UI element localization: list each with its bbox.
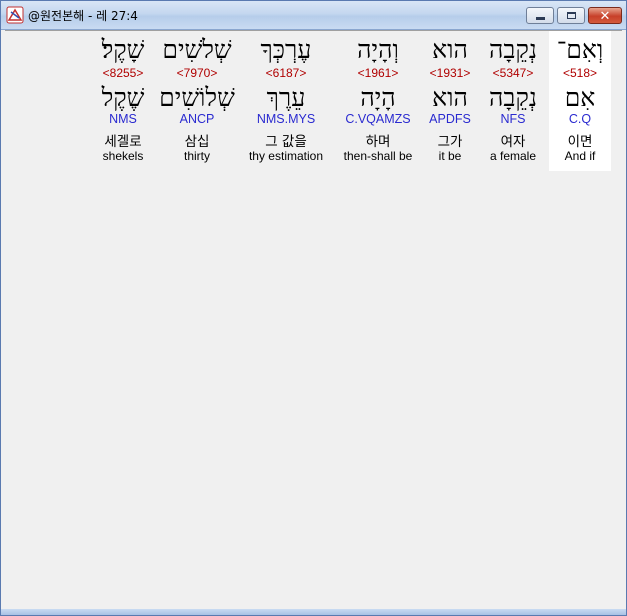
lemma-word: שְׁלוֹשִׁים [159,83,235,112]
word-column-thirty[interactable]: שְׁלֹשִׁים <7970> שְׁלוֹשִׁים ANCP 삼십 th… [159,31,235,171]
korean-gloss: 삼십 [184,134,210,150]
english-gloss: And if [564,149,596,163]
hebrew-word: שְׁלֹשִׁים [162,35,232,64]
lemma-word: הוא [432,83,468,112]
morphology-code: C.VQAMZS [345,112,411,126]
window-title: @원전본해 - 레 27:4 [28,9,138,23]
korean-gloss: 세겔로 [104,134,142,150]
hebrew-word: עֶרְכְּךָ [260,35,312,64]
hebrew-word: שָׁקֶל׃ [101,35,145,64]
english-gloss: thirty [183,149,210,163]
morphology-code: NMS [109,112,137,126]
english-gloss: it be [438,149,462,163]
word-column-it-be[interactable]: הוא <1931> הוא APDFS 그가 it be [423,31,477,171]
close-icon: ✕ [599,8,611,23]
minimize-button[interactable] [526,7,554,24]
maximize-button[interactable] [557,7,585,24]
window-bottom-border[interactable] [1,609,626,615]
morphology-code: NFS [500,112,526,126]
morphology-code: ANCP [179,112,215,126]
lemma-word: עֵרֶךְ [266,83,306,112]
english-gloss: a female [489,149,537,163]
korean-gloss: 그가 [437,134,463,150]
strong-number[interactable]: <518> [549,66,611,80]
hebrew-word: וְאִם־ [556,35,604,64]
korean-gloss: 이면 [567,134,593,150]
morphology-code: C.Q [568,112,592,126]
word-column-then-shall-be[interactable]: וְהָיָה <1961> הָיָה C.VQAMZS 하며 then-sh… [337,31,419,171]
english-gloss: then-shall be [343,149,413,163]
strong-number[interactable]: <1931> [423,66,477,80]
strong-number[interactable]: <1961> [337,66,419,80]
korean-gloss: 여자 [500,134,526,150]
korean-gloss: 하며 [365,134,391,150]
word-column-a-female[interactable]: נְקֵבָה <5347> נְקֵבָה NFS 여자 a female [483,31,543,171]
lemma-word: אִם [564,83,596,112]
lemma-word: הָיָה [360,83,396,112]
english-gloss: shekels [102,149,144,163]
close-button[interactable]: ✕ [588,7,622,24]
strong-number[interactable]: <6187> [241,66,331,80]
lemma-word: שֶׁקֶל [101,83,145,112]
maximize-icon [566,12,576,19]
word-column-estimation[interactable]: עֶרְכְּךָ <6187> עֵרֶךְ NMS.MYS 그 값을 thy… [241,31,331,171]
word-column-shekels[interactable]: שָׁקֶל׃ <8255> שֶׁקֶל NMS 세겔로 shekels [91,31,155,171]
lemma-word: נְקֵבָה [489,83,537,112]
hebrew-word: נְקֵבָה [489,35,537,64]
word-column-and-if-selected[interactable]: וְאִם־ <518> אִם C.Q 이면 And if [549,31,611,171]
title-bar[interactable]: @원전본해 - 레 27:4 ✕ [1,1,626,30]
korean-gloss: 그 값을 [265,134,307,150]
hebrew-word: וְהָיָה [357,35,399,64]
app-logo-icon [6,6,24,24]
strong-number[interactable]: <7970> [159,66,235,80]
hebrew-word: הוא [432,35,468,64]
english-gloss: thy estimation [248,149,324,163]
strong-number[interactable]: <8255> [91,66,155,80]
morphology-code: NMS.MYS [256,112,316,126]
strong-number[interactable]: <5347> [483,66,543,80]
minimize-icon [535,16,545,20]
morphology-code: APDFS [429,112,471,126]
app-window: @원전본해 - 레 27:4 ✕ שָׁקֶל׃ <8255> שֶׁקֶל N… [0,0,627,616]
